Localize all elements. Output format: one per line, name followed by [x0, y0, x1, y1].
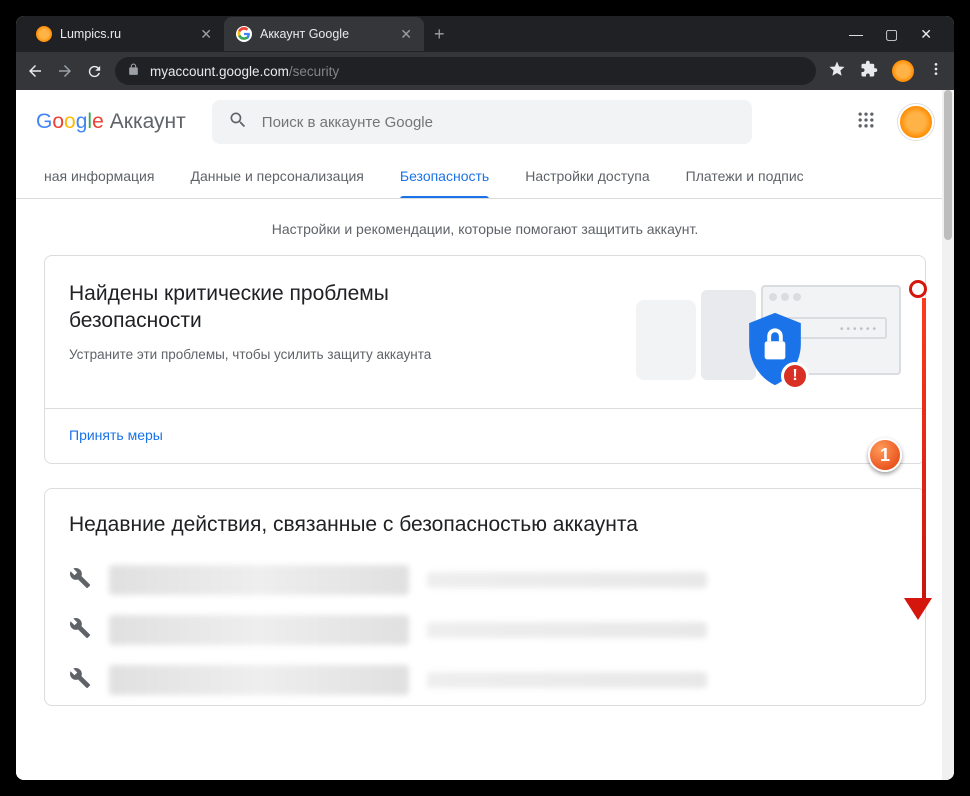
card-title: Недавние действия, связанные с безопасно…	[45, 489, 925, 555]
wrench-icon	[69, 617, 91, 644]
take-action-link[interactable]: Принять меры	[69, 427, 163, 443]
account-avatar[interactable]	[898, 104, 934, 140]
google-header: Google Аккаунт	[16, 90, 954, 154]
annotation-arrow-icon	[916, 280, 932, 620]
close-icon[interactable]: ✕	[200, 26, 212, 43]
tab-people-sharing[interactable]: Настройки доступа	[507, 154, 667, 198]
search-input[interactable]	[262, 114, 736, 131]
maximize-icon[interactable]: ▢	[885, 26, 898, 43]
page-content: Google Аккаунт ная информация Данные и п…	[16, 90, 954, 780]
browser-tab-lumpics[interactable]: Lumpics.ru ✕	[24, 17, 224, 51]
lock-icon	[127, 63, 140, 79]
blurred-activity-text	[109, 615, 409, 645]
activity-row[interactable]	[45, 605, 925, 655]
url-text: myaccount.google.com/security	[150, 64, 339, 79]
browser-chrome: Lumpics.ru ✕ Аккаунт Google ✕ + — ▢ ✕	[16, 16, 954, 90]
tab-title: Аккаунт Google	[260, 27, 349, 41]
close-window-icon[interactable]: ✕	[920, 26, 932, 43]
account-nav-tabs: ная информация Данные и персонализация Б…	[16, 154, 954, 199]
url-field[interactable]: myaccount.google.com/security	[115, 57, 816, 85]
blurred-activity-text	[109, 665, 409, 695]
browser-menu-icon[interactable]	[928, 61, 944, 82]
forward-button[interactable]	[56, 62, 74, 80]
reload-button[interactable]	[86, 63, 103, 80]
wrench-icon	[69, 567, 91, 594]
card-title: Найдены критические проблемы безопасност…	[69, 280, 527, 335]
favicon-orange-icon	[36, 26, 52, 42]
address-bar: myaccount.google.com/security	[16, 52, 954, 90]
profile-avatar-icon[interactable]	[892, 60, 914, 82]
activity-row[interactable]	[45, 555, 925, 605]
close-icon[interactable]: ✕	[400, 26, 412, 43]
product-name: Аккаунт	[110, 110, 186, 134]
window-controls: — ▢ ✕	[849, 26, 946, 43]
account-search[interactable]	[212, 100, 752, 144]
new-tab-button[interactable]: +	[424, 24, 455, 45]
tab-payments[interactable]: Платежи и подпис	[668, 154, 822, 198]
search-icon	[228, 110, 248, 135]
tab-security[interactable]: Безопасность	[382, 154, 507, 198]
alert-badge-icon: !	[781, 362, 809, 390]
browser-tab-google-account[interactable]: Аккаунт Google ✕	[224, 17, 424, 51]
apps-grid-icon[interactable]	[856, 110, 876, 135]
extensions-icon[interactable]	[860, 60, 878, 83]
security-issues-card: Найдены критические проблемы безопасност…	[44, 255, 926, 464]
blurred-activity-text	[109, 565, 409, 595]
wrench-icon	[69, 667, 91, 694]
recent-activity-card: Недавние действия, связанные с безопасно…	[44, 488, 926, 706]
tab-bar: Lumpics.ru ✕ Аккаунт Google ✕ + — ▢ ✕	[16, 16, 954, 52]
tab-title: Lumpics.ru	[60, 27, 121, 41]
security-illustration: •••••• !	[547, 280, 901, 390]
blurred-activity-meta	[427, 572, 707, 588]
scrollbar-thumb[interactable]	[944, 90, 952, 240]
card-description: Устраните эти проблемы, чтобы усилить за…	[69, 347, 527, 362]
minimize-icon[interactable]: —	[849, 26, 863, 43]
bookmark-icon[interactable]	[828, 60, 846, 83]
blurred-activity-meta	[427, 672, 707, 688]
back-button[interactable]	[26, 62, 44, 80]
blurred-activity-meta	[427, 622, 707, 638]
scrollbar[interactable]	[942, 90, 954, 780]
favicon-google-icon	[236, 26, 252, 42]
tab-personal-info[interactable]: ная информация	[26, 154, 172, 198]
page-subtitle: Настройки и рекомендации, которые помога…	[16, 199, 954, 255]
tab-data-personalization[interactable]: Данные и персонализация	[172, 154, 381, 198]
activity-row[interactable]	[45, 655, 925, 705]
annotation-badge-1: 1	[868, 438, 902, 472]
google-logo[interactable]: Google Аккаунт	[36, 110, 186, 134]
